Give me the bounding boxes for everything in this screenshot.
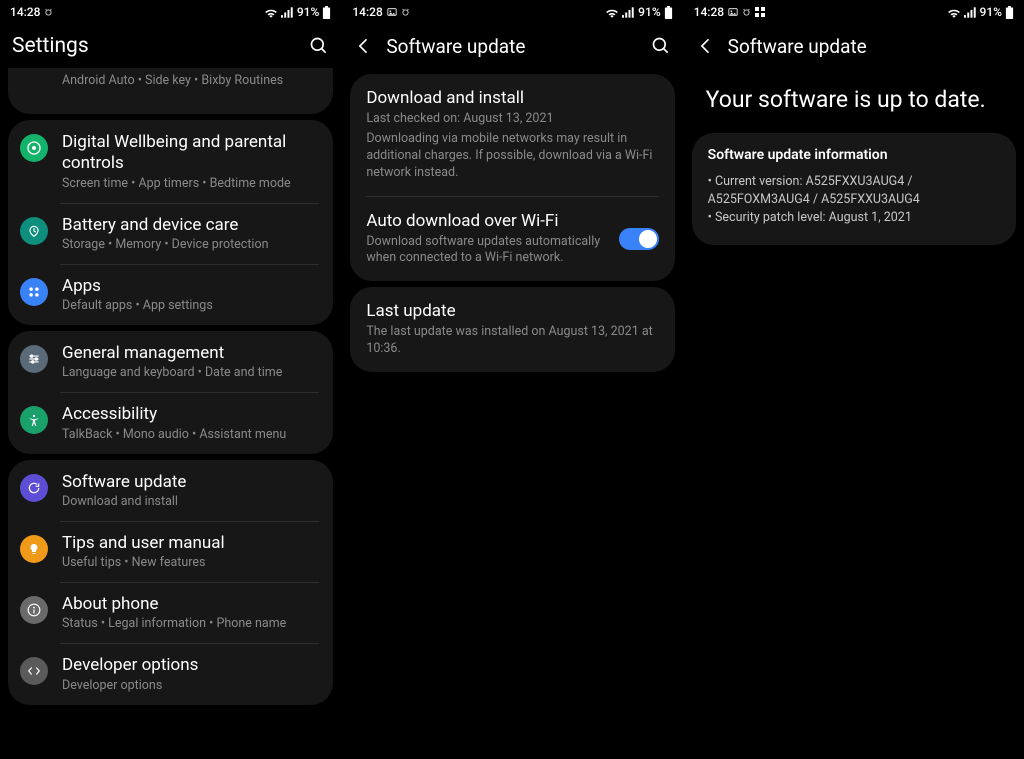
- settings-item[interactable]: Tips and user manualUseful tips • New fe…: [8, 521, 333, 582]
- statusbar: 14:28 91%: [342, 0, 682, 24]
- last-update-card: Last update The last update was installe…: [350, 287, 674, 372]
- item-sub: Developer options: [62, 678, 319, 693]
- item-sub: Status • Legal information • Phone name: [62, 616, 319, 631]
- battery-icon: [1005, 6, 1014, 19]
- item-sub: Screen time • App timers • Bedtime mode: [62, 176, 319, 191]
- auto-download-toggle[interactable]: [619, 228, 659, 250]
- update-actions-card: Download and install Last checked on: Au…: [350, 74, 674, 281]
- accessibility-icon: [20, 406, 48, 434]
- back-icon[interactable]: [696, 36, 716, 56]
- item-sub: Language and keyboard • Date and time: [62, 365, 319, 380]
- settings-item[interactable]: Software updateDownload and install: [8, 460, 333, 521]
- tips-icon: [20, 535, 48, 563]
- update-icon: [20, 474, 48, 502]
- alarm-icon: [401, 8, 410, 17]
- item-sub: Android Auto • Side key • Bixby Routines: [62, 73, 319, 88]
- statusbar: 14:28 91%: [0, 0, 341, 24]
- settings-group: Digital Wellbeing and parental controlsS…: [8, 120, 333, 325]
- signal-icon: [281, 7, 294, 18]
- software-update-header: Software update: [342, 24, 682, 68]
- item-sub: Last checked on: August 13, 2021: [366, 111, 658, 128]
- search-icon[interactable]: [309, 36, 329, 56]
- settings-item[interactable]: Android Auto • Side key • Bixby Routines: [8, 68, 333, 114]
- info-line: Security patch level: August 1, 2021: [708, 209, 1000, 227]
- battery-icon: [664, 6, 673, 19]
- grid-icon: [755, 7, 765, 17]
- item-title: Digital Wellbeing and parental controls: [62, 132, 319, 175]
- item-sub: Download and install: [62, 494, 319, 509]
- battery-icon: [20, 217, 48, 245]
- item-sub: Storage • Memory • Device protection: [62, 237, 319, 252]
- item-sub: Default apps • App settings: [62, 298, 319, 313]
- settings-item[interactable]: General managementLanguage and keyboard …: [8, 331, 333, 392]
- settings-item[interactable]: Battery and device careStorage • Memory …: [8, 203, 333, 264]
- item-title: Accessibility: [62, 404, 319, 425]
- apps-icon: [20, 278, 48, 306]
- item-title: About phone: [62, 594, 319, 615]
- alarm-icon: [742, 8, 751, 17]
- update-info-card: Software update information Current vers…: [692, 133, 1016, 245]
- status-time: 14:28: [352, 5, 382, 19]
- settings-item[interactable]: Digital Wellbeing and parental controlsS…: [8, 120, 333, 203]
- item-sub: The last update was installed on August …: [366, 324, 658, 358]
- settings-group: Software updateDownload and installTips …: [8, 460, 333, 705]
- page-title: Software update: [728, 35, 1012, 58]
- image-icon: [728, 7, 738, 17]
- settings-group: Android Auto • Side key • Bixby Routines: [8, 68, 333, 114]
- settings-item[interactable]: Developer options Developer options: [8, 643, 333, 704]
- battery-icon: [322, 6, 331, 19]
- status-time: 14:28: [694, 5, 724, 19]
- page-title: Settings: [12, 34, 297, 58]
- dev-icon: [20, 657, 48, 685]
- wifi-icon: [605, 7, 619, 18]
- wellbeing-icon: [20, 134, 48, 162]
- item-title: Developer options: [62, 655, 319, 676]
- settings-header: Settings: [0, 24, 341, 68]
- item-sub: TalkBack • Mono audio • Assistant menu: [62, 427, 319, 442]
- item-title: Software update: [62, 472, 319, 493]
- item-title: General management: [62, 343, 319, 364]
- item-title: Battery and device care: [62, 215, 319, 236]
- software-update-header: Software update: [684, 24, 1024, 68]
- last-update[interactable]: Last update The last update was installe…: [350, 287, 674, 372]
- statusbar: 14:28 91%: [684, 0, 1024, 24]
- back-icon[interactable]: [354, 36, 374, 56]
- item-sub: Useful tips • New features: [62, 555, 319, 570]
- wifi-icon: [264, 7, 278, 18]
- search-icon[interactable]: [651, 36, 671, 56]
- settings-item[interactable]: AppsDefault apps • App settings: [8, 264, 333, 325]
- wifi-icon: [947, 7, 961, 18]
- status-battery-text: 91%: [638, 5, 660, 19]
- update-status-hero: Your software is up to date.: [684, 68, 1024, 133]
- auto-download-wifi[interactable]: Auto download over Wi-Fi Download softwa…: [350, 197, 674, 282]
- panel-software-update-status: 14:28 91% Sof: [683, 0, 1024, 759]
- panel-settings: 14:28 91% Settings Android Auto • Side k…: [0, 0, 341, 759]
- settings-group: General managementLanguage and keyboard …: [8, 331, 333, 454]
- image-icon: [387, 7, 397, 17]
- alarm-icon: [44, 8, 53, 17]
- item-title: Tips and user manual: [62, 533, 319, 554]
- signal-icon: [622, 7, 635, 18]
- status-battery-text: 91%: [980, 5, 1002, 19]
- about-icon: [20, 596, 48, 624]
- settings-item[interactable]: About phoneStatus • Legal information • …: [8, 582, 333, 643]
- panel-software-update-options: 14:28 91% Software update: [341, 0, 682, 759]
- item-title: Apps: [62, 276, 319, 297]
- status-time: 14:28: [10, 5, 40, 19]
- info-line: Current version: A525FXXU3AUG4 / A525FOX…: [708, 173, 1000, 209]
- status-battery-text: 91%: [297, 5, 319, 19]
- item-sub: Download software updates automatically …: [366, 234, 610, 268]
- item-title: Download and install: [366, 88, 658, 108]
- info-title: Software update information: [708, 147, 1000, 163]
- download-and-install[interactable]: Download and install Last checked on: Au…: [350, 74, 674, 196]
- signal-icon: [964, 7, 977, 18]
- item-title: Auto download over Wi-Fi: [366, 211, 610, 231]
- item-sub: Downloading via mobile networks may resu…: [366, 131, 658, 182]
- settings-item[interactable]: Accessibility TalkBack • Mono audio • Ass…: [8, 392, 333, 453]
- general-icon: [20, 345, 48, 373]
- item-title: Last update: [366, 301, 658, 321]
- page-title: Software update: [386, 35, 638, 58]
